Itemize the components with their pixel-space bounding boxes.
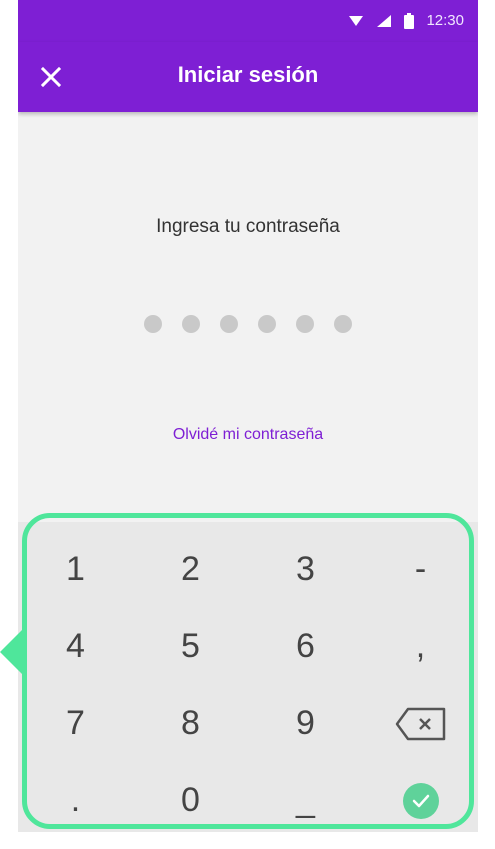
key-6[interactable]: 6 xyxy=(248,609,363,684)
backspace-icon xyxy=(395,707,445,740)
key-dash[interactable]: - xyxy=(363,532,478,607)
password-prompt: Ingresa tu contraseña xyxy=(156,216,340,237)
phone-screen: 12:30 Iniciar sesión Ingresa tu contrase… xyxy=(18,0,478,832)
password-dot xyxy=(334,315,352,333)
key-8[interactable]: 8 xyxy=(133,686,248,761)
status-bar: 12:30 xyxy=(18,0,478,42)
numeric-keypad: 1 2 3 - 4 5 6 , 7 8 9 . 0 _ xyxy=(18,522,478,832)
backspace-key[interactable] xyxy=(363,686,478,761)
forgot-password-link[interactable]: Olvidé mi contraseña xyxy=(18,426,478,444)
password-dot xyxy=(258,315,276,333)
key-3[interactable]: 3 xyxy=(248,532,363,607)
battery-icon xyxy=(404,12,415,29)
password-field[interactable] xyxy=(18,315,478,333)
login-content: Ingresa tu contraseña Olvidé mi contrase… xyxy=(18,112,478,522)
key-9[interactable]: 9 xyxy=(248,686,363,761)
wifi-icon xyxy=(349,15,364,26)
confirm-key[interactable] xyxy=(363,763,478,832)
password-dot xyxy=(220,315,238,333)
key-period[interactable]: . xyxy=(18,763,133,832)
key-comma[interactable]: , xyxy=(363,609,478,684)
page-title: Iniciar sesión xyxy=(177,62,319,87)
key-7[interactable]: 7 xyxy=(18,686,133,761)
key-underscore[interactable]: _ xyxy=(248,763,363,832)
password-dot xyxy=(144,315,162,333)
key-5[interactable]: 5 xyxy=(133,609,248,684)
password-dot xyxy=(296,315,314,333)
password-dot xyxy=(182,315,200,333)
confirm-button[interactable] xyxy=(402,782,439,819)
key-0[interactable]: 0 xyxy=(133,763,248,832)
status-time: 12:30 xyxy=(426,12,464,29)
key-1[interactable]: 1 xyxy=(18,532,133,607)
app-bar: Iniciar sesión xyxy=(18,42,478,112)
signal-icon xyxy=(377,14,392,27)
screen: 12:30 Iniciar sesión Ingresa tu contrase… xyxy=(0,0,495,849)
key-4[interactable]: 4 xyxy=(18,609,133,684)
check-icon xyxy=(412,794,429,807)
key-2[interactable]: 2 xyxy=(133,532,248,607)
